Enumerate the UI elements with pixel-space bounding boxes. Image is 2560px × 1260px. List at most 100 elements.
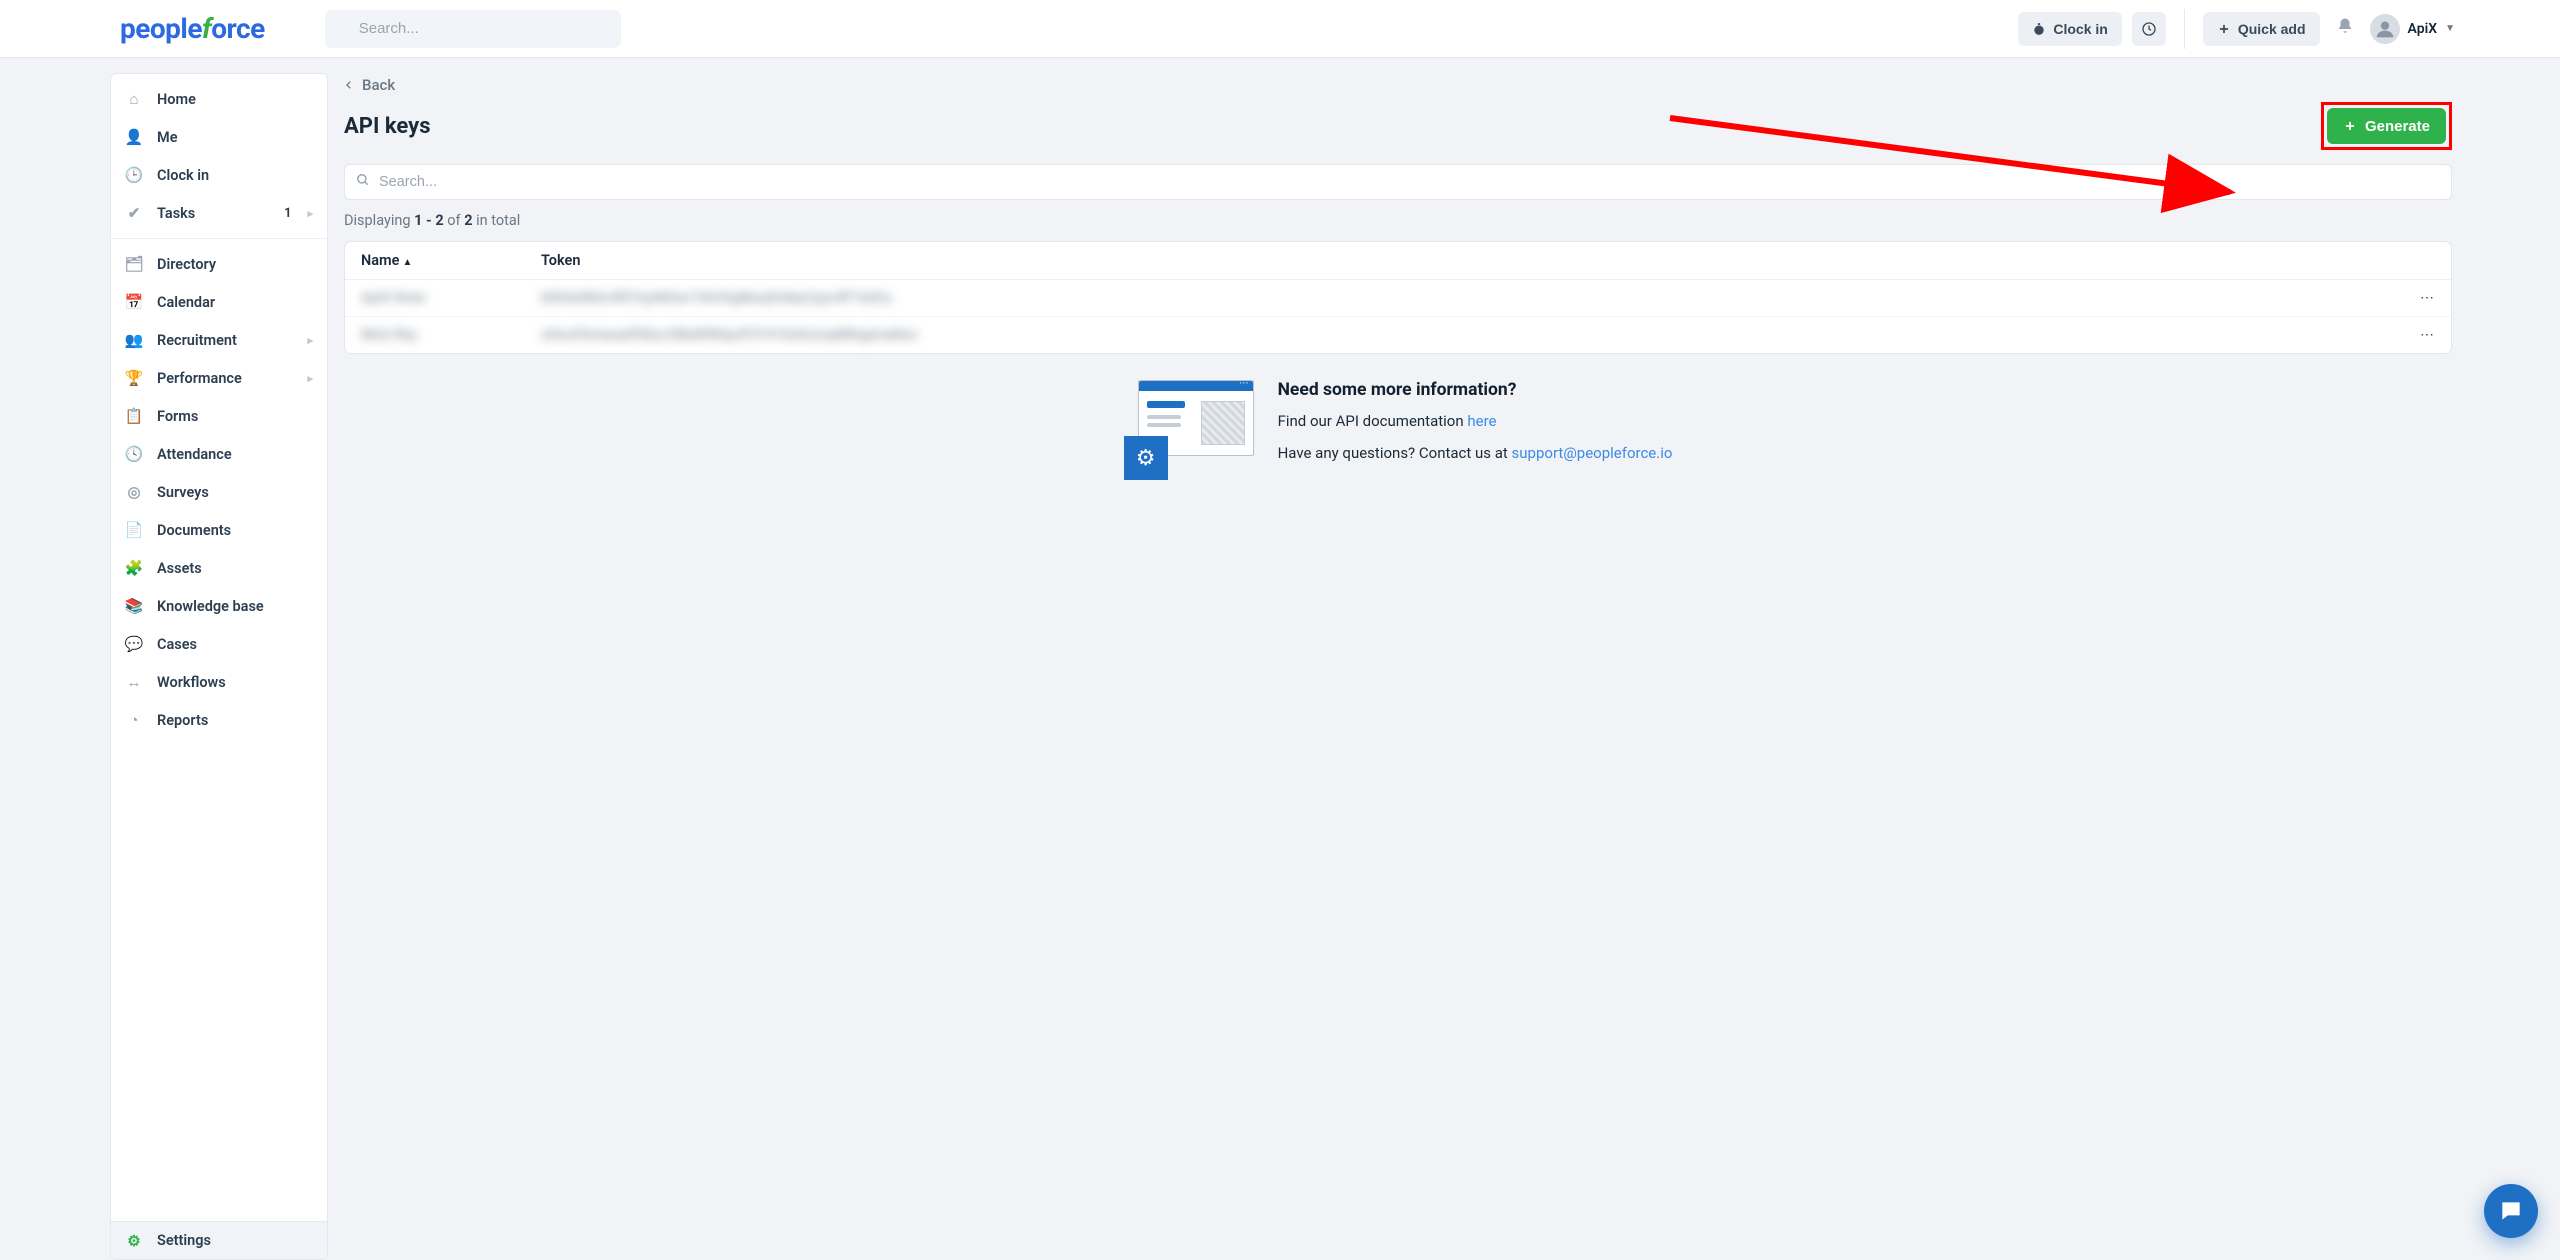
sidebar-item-reports[interactable]: ◔Reports bbox=[111, 701, 327, 739]
sidebar-item-label: Tasks bbox=[157, 205, 270, 222]
id-icon: 🗂 bbox=[125, 255, 143, 273]
sidebar-item-attendance[interactable]: 🕓 Attendance bbox=[111, 435, 327, 473]
key-token: s0wof3miasa0f3bsv30kd0f84yzP2Y410z0s2sq8… bbox=[541, 327, 918, 343]
chevron-right-icon: ▸ bbox=[307, 207, 313, 220]
sidebar-item-workflows[interactable]: ↔ Workflows bbox=[111, 663, 327, 701]
back-link[interactable]: Back bbox=[344, 76, 395, 94]
person-icon: 👤 bbox=[125, 128, 143, 146]
main-content: Back API keys Generate Displaying 1 - 2 … bbox=[328, 58, 2560, 1260]
sidebar-item-label: Cases bbox=[157, 636, 313, 653]
chat-fab[interactable] bbox=[2484, 1184, 2538, 1238]
trophy-icon: 🏆 bbox=[125, 369, 143, 387]
calendar-icon: 📅 bbox=[125, 293, 143, 311]
gear-icon: ⚙ bbox=[125, 1232, 143, 1250]
key-token: k0h5a9b0c4f07ey4k0wr7i4mfrgl8esj5v8ey2zp… bbox=[541, 290, 892, 306]
col-header-name[interactable]: Name▲ bbox=[345, 242, 525, 280]
col-header-token[interactable]: Token bbox=[525, 242, 2391, 280]
table-row: Mick Rey s0wof3miasa0f3bsv30kd0f84yzP2Y41… bbox=[345, 317, 2451, 354]
people-icon: 👥 bbox=[125, 331, 143, 349]
quick-add-button[interactable]: Quick add bbox=[2203, 12, 2320, 46]
caret-down-icon: ▼ bbox=[2445, 23, 2455, 34]
plus-icon bbox=[2217, 22, 2231, 36]
topbar-right: Clock in Quick add ApiX ▼ bbox=[2018, 9, 2540, 49]
sidebar-item-performance[interactable]: 🏆Performance▸ bbox=[111, 359, 327, 397]
info-illustration: ⚙ bbox=[1124, 380, 1254, 480]
workflow-icon: ↔ bbox=[125, 673, 143, 691]
info-heading: Need some more information? bbox=[1278, 380, 1673, 400]
sidebar-item-label: Attendance bbox=[157, 446, 313, 463]
top-search-wrap bbox=[325, 10, 621, 48]
sidebar-item-label: Performance bbox=[157, 370, 293, 387]
doc-icon: 📄 bbox=[125, 521, 143, 539]
stopwatch-icon bbox=[2032, 22, 2046, 36]
info-text: Need some more information? Find our API… bbox=[1278, 380, 1673, 480]
generate-highlight-box: Generate bbox=[2321, 102, 2452, 150]
info-line1-prefix: Find our API documentation bbox=[1278, 412, 1468, 430]
sidebar-item-label: Calendar bbox=[157, 294, 313, 311]
sidebar-item-label: Clock in bbox=[157, 167, 313, 184]
top-search-input[interactable] bbox=[325, 10, 621, 48]
badge-count: 1 bbox=[284, 206, 291, 221]
chart-icon: ◔ bbox=[125, 711, 143, 729]
sidebar-item-label: Directory bbox=[157, 256, 313, 273]
top-divider bbox=[2184, 9, 2185, 49]
sidebar-item-label: Recruitment bbox=[157, 332, 293, 349]
sidebar-item-home[interactable]: ⌂ Home bbox=[111, 80, 327, 118]
sidebar-item-knowledge-base[interactable]: 📚Knowledge base bbox=[111, 587, 327, 625]
sidebar-item-documents[interactable]: 📄 Documents bbox=[111, 511, 327, 549]
info-line2-prefix: Have any questions? Contact us at bbox=[1278, 444, 1512, 462]
key-name: ApiX three bbox=[361, 290, 425, 306]
sidebar-item-clock-in[interactable]: 🕒Clock in bbox=[111, 156, 327, 194]
user-menu[interactable]: ApiX ▼ bbox=[2370, 14, 2455, 44]
sidebar-item-settings[interactable]: ⚙ Settings bbox=[111, 1221, 327, 1259]
chevron-left-icon bbox=[344, 80, 354, 90]
home-icon: ⌂ bbox=[125, 90, 143, 108]
gear-icon: ⚙ bbox=[1124, 436, 1168, 480]
logo-part1: people bbox=[120, 12, 202, 45]
doc-link[interactable]: here bbox=[1467, 412, 1496, 430]
sidebar-item-label: Forms bbox=[157, 408, 313, 425]
sidebar-item-label: Me bbox=[157, 129, 313, 146]
row-actions-button[interactable]: ⋯ bbox=[2391, 317, 2451, 354]
sidebar-item-label: Surveys bbox=[157, 484, 313, 501]
recent-button[interactable] bbox=[2132, 12, 2166, 46]
cases-icon: 💬 bbox=[125, 635, 143, 653]
topbar: peopleforce Clock in Quick add ApiX ▼ bbox=[0, 0, 2560, 58]
sidebar-item-recruitment[interactable]: 👥 Recruitment ▸ bbox=[111, 321, 327, 359]
sidebar-item-cases[interactable]: 💬 Cases bbox=[111, 625, 327, 663]
sidebar-item-surveys[interactable]: ◎Surveys bbox=[111, 473, 327, 511]
row-actions-button[interactable]: ⋯ bbox=[2391, 280, 2451, 317]
clock2-icon: 🕓 bbox=[125, 445, 143, 463]
page-search-wrap bbox=[344, 164, 2452, 200]
sidebar-item-label: Assets bbox=[157, 560, 313, 577]
chevron-right-icon: ▸ bbox=[307, 334, 313, 347]
sidebar-item-forms[interactable]: 📋Forms bbox=[111, 397, 327, 435]
quick-add-label: Quick add bbox=[2238, 21, 2306, 37]
sidebar-item-label: Home bbox=[157, 91, 313, 108]
sidebar: ⌂Home👤Me🕒Clock in✔Tasks1▸ 🗂Directory📅Cal… bbox=[110, 73, 328, 1260]
api-keys-table-card: Name▲ Token ApiX three k0h5a9b0c4f07ey4k0… bbox=[344, 241, 2452, 354]
sort-asc-icon: ▲ bbox=[402, 257, 412, 268]
sidebar-item-label: Workflows bbox=[157, 674, 313, 691]
clock-icon bbox=[2141, 21, 2157, 37]
sidebar-item-tasks[interactable]: ✔Tasks1▸ bbox=[111, 194, 327, 232]
page-search-input[interactable] bbox=[344, 164, 2452, 200]
logo-part3: orce bbox=[211, 12, 265, 45]
logo[interactable]: peopleforce bbox=[120, 12, 265, 45]
api-keys-table: Name▲ Token ApiX three k0h5a9b0c4f07ey4k0… bbox=[345, 242, 2451, 353]
book-icon: 📚 bbox=[125, 597, 143, 615]
bell-icon[interactable] bbox=[2330, 17, 2360, 40]
clockin-button[interactable]: Clock in bbox=[2018, 12, 2121, 46]
avatar bbox=[2370, 14, 2400, 44]
support-email-link[interactable]: support@peopleforce.io bbox=[1512, 444, 1673, 462]
sidebar-item-calendar[interactable]: 📅 Calendar bbox=[111, 283, 327, 321]
sidebar-item-me[interactable]: 👤 Me bbox=[111, 118, 327, 156]
sidebar-item-assets[interactable]: 🧩Assets bbox=[111, 549, 327, 587]
key-name: Mick Rey bbox=[361, 327, 417, 343]
generate-button[interactable]: Generate bbox=[2327, 108, 2446, 144]
generate-label: Generate bbox=[2365, 118, 2430, 135]
chat-icon bbox=[2498, 1198, 2524, 1224]
sidebar-item-directory[interactable]: 🗂 Directory bbox=[111, 245, 327, 283]
sidebar-item-label: Documents bbox=[157, 522, 313, 539]
clockin-label: Clock in bbox=[2053, 21, 2107, 37]
